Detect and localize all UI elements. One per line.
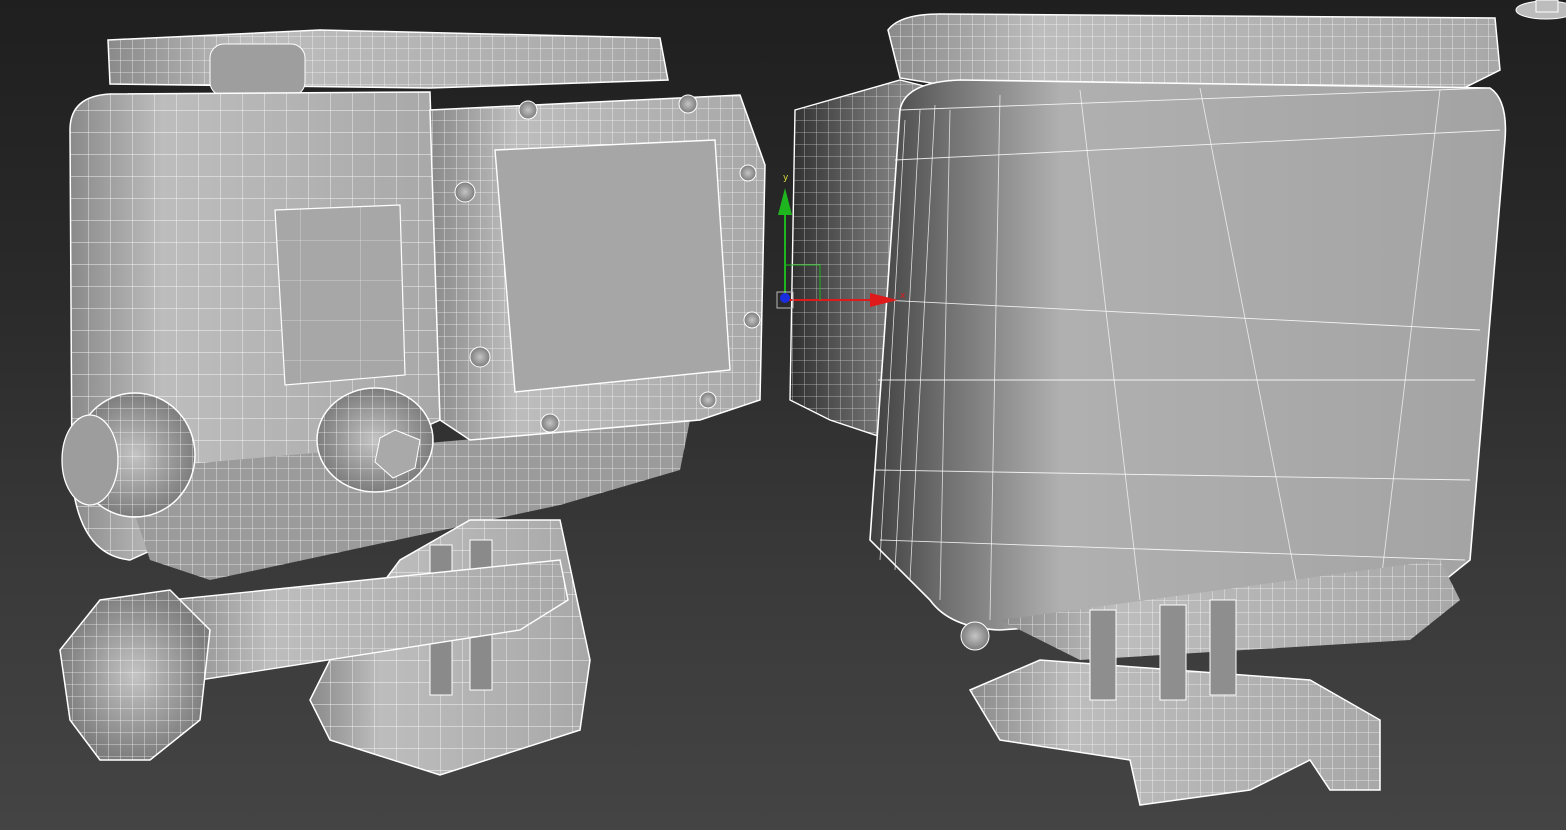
screw-icon [739,164,757,182]
screw-icon [469,346,491,368]
screw-icon [743,311,761,329]
screw-icon [678,94,698,114]
z-axis-pivot-icon[interactable] [780,293,790,303]
y-axis-label: y [783,173,789,183]
front-button[interactable] [316,387,434,493]
screw-icon [699,391,717,409]
back-door[interactable] [869,79,1507,631]
screen-bezel[interactable] [429,94,766,441]
screen-glass [494,139,731,393]
top-latch[interactable] [107,29,669,97]
viewcube-icon[interactable] [1506,0,1566,22]
camera-housing-front[interactable] [59,29,766,776]
3d-viewport[interactable]: y x [0,0,1566,830]
screw-icon [454,181,476,203]
hinge-pin-icon [960,621,990,651]
screw-icon [518,100,538,120]
camera-housing-back[interactable] [789,13,1507,806]
x-axis-label: x [900,291,906,301]
y-axis-arrow-icon[interactable] [778,188,792,215]
viewport-scene[interactable]: y x [0,0,1566,830]
screw-icon [540,413,560,433]
